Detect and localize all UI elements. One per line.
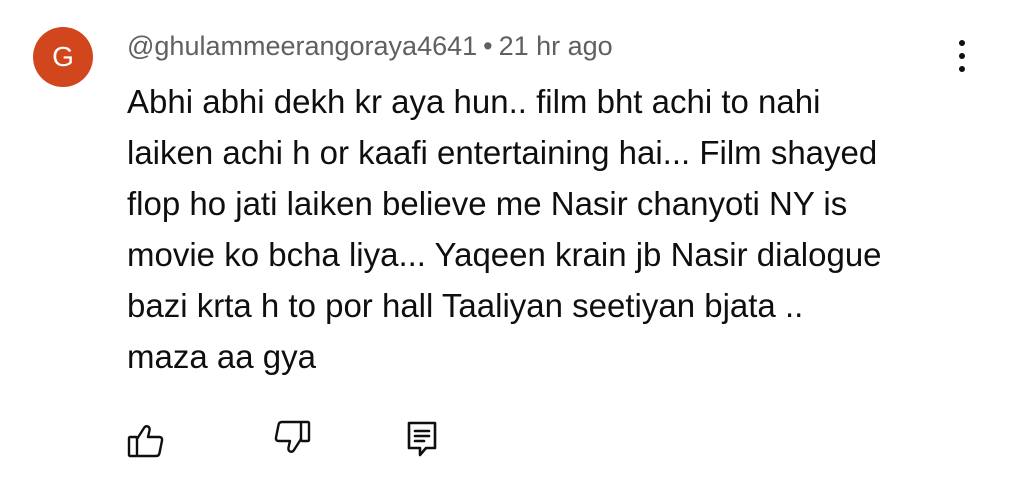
dislike-button[interactable]	[272, 418, 312, 458]
comment-header: @ghulammeerangoraya4641 • 21 hr ago	[127, 30, 613, 62]
header-separator: •	[483, 31, 493, 61]
thumbs-down-icon	[274, 420, 311, 453]
comment-text-line: movie ko bcha liya... Yaqeen krain jb Na…	[127, 236, 882, 273]
more-options-button[interactable]	[944, 36, 980, 76]
comment-text-line: flop ho jati laiken believe me Nasir cha…	[127, 185, 848, 222]
comment-timestamp[interactable]: 21 hr ago	[499, 31, 613, 61]
author-handle[interactable]: @ghulammeerangoraya4641	[127, 31, 477, 61]
comment-text-line: bazi krta h to por hall Taaliyan seetiya…	[127, 287, 804, 324]
reply-comment-icon	[407, 421, 437, 457]
comment-text-line: maza aa gya	[127, 338, 316, 375]
comment-text: Abhi abhi dekh kr aya hun.. film bht ach…	[127, 76, 987, 382]
thumbs-up-icon	[127, 425, 164, 458]
avatar[interactable]: G	[33, 27, 93, 87]
comment-text-line: Abhi abhi dekh kr aya hun.. film bht ach…	[127, 83, 821, 120]
comment-card: G @ghulammeerangoraya4641 • 21 hr ago Abhi…	[0, 0, 1024, 486]
reply-button[interactable]	[402, 419, 442, 459]
like-button[interactable]	[126, 420, 166, 460]
comment-text-line: laiken achi h or kaafi entertaining hai.…	[127, 134, 878, 171]
